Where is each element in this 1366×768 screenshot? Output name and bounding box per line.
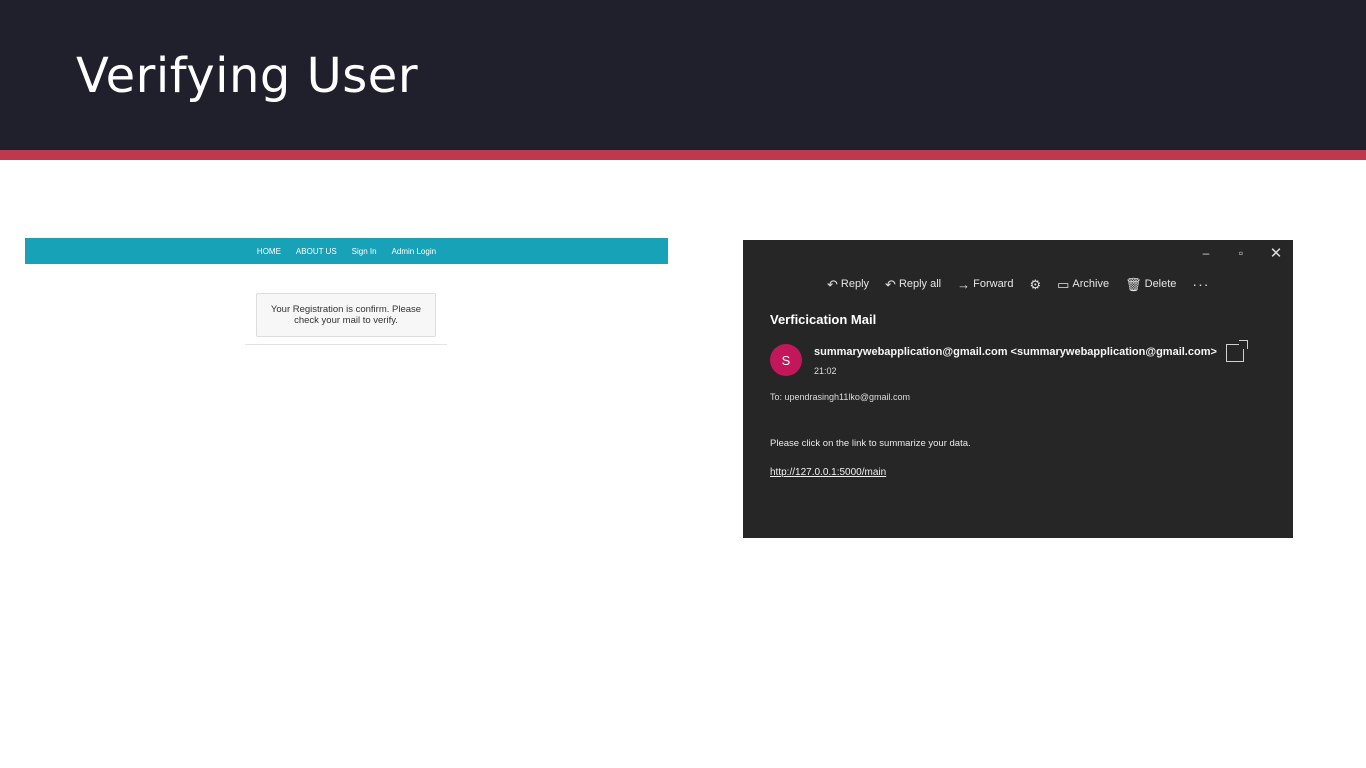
open-in-new-window-icon[interactable] <box>1226 340 1248 362</box>
nav-admin-login-link[interactable]: Admin Login <box>392 247 436 256</box>
minimize-button[interactable]: – <box>1195 244 1217 262</box>
nav-home-link[interactable]: HOME <box>257 247 281 256</box>
slide-title: Verifying User <box>76 48 419 104</box>
settings-button[interactable]: ⚙ <box>1029 278 1041 291</box>
verification-link[interactable]: http://127.0.0.1:5000/main <box>770 467 886 478</box>
nav-about-link[interactable]: ABOUT US <box>296 247 337 256</box>
divider <box>245 344 447 345</box>
reply-all-label: Reply all <box>898 278 942 290</box>
email-toolbar: ↶ Reply ↶ Reply all → Forward ⚙ ▭ Archiv… <box>827 275 1209 293</box>
archive-button[interactable]: ▭ Archive <box>1057 278 1109 291</box>
reply-all-icon: ↶ <box>885 276 896 292</box>
delete-button[interactable]: 🗑 Delete <box>1125 278 1176 291</box>
webapp-navbar: HOME ABOUT US Sign In Admin Login <box>25 238 668 264</box>
reply-icon: ↶ <box>827 276 838 292</box>
email-window: – ▫ ✕ ↶ Reply ↶ Reply all → Forward ⚙ ▭ … <box>743 240 1293 538</box>
avatar: S <box>770 344 802 376</box>
email-sender: summarywebapplication@gmail.com <summary… <box>814 346 1217 358</box>
settings-icon: ⚙ <box>1029 276 1042 292</box>
webapp-screenshot: HOME ABOUT US Sign In Admin Login Your R… <box>25 238 668 358</box>
close-button[interactable]: ✕ <box>1265 244 1287 262</box>
delete-label: Delete <box>1144 278 1177 290</box>
delete-icon: 🗑 <box>1125 276 1142 292</box>
reply-button[interactable]: ↶ Reply <box>827 278 869 291</box>
email-recipient: To: upendrasingh11lko@gmail.com <box>770 392 911 402</box>
forward-label: Forward <box>973 278 1014 290</box>
forward-button[interactable]: → Forward <box>957 278 1013 291</box>
maximize-button[interactable]: ▫ <box>1230 244 1252 262</box>
accent-bar <box>0 150 1366 160</box>
reply-all-button[interactable]: ↶ Reply all <box>885 278 941 291</box>
registration-confirmation-text: Your Registration is confirm. Please che… <box>270 304 422 326</box>
registration-confirmation-box: Your Registration is confirm. Please che… <box>256 293 436 337</box>
email-subject: Verficication Mail <box>770 312 877 327</box>
email-time: 21:02 <box>814 366 837 376</box>
archive-icon: ▭ <box>1057 276 1070 292</box>
reply-label: Reply <box>840 278 870 290</box>
forward-icon: → <box>957 276 971 292</box>
slide-header: Verifying User <box>0 0 1366 150</box>
archive-label: Archive <box>1072 278 1110 290</box>
email-body-text: Please click on the link to summarize yo… <box>770 438 971 449</box>
nav-signin-link[interactable]: Sign In <box>352 247 377 256</box>
more-options-icon[interactable]: ··· <box>1192 276 1209 292</box>
